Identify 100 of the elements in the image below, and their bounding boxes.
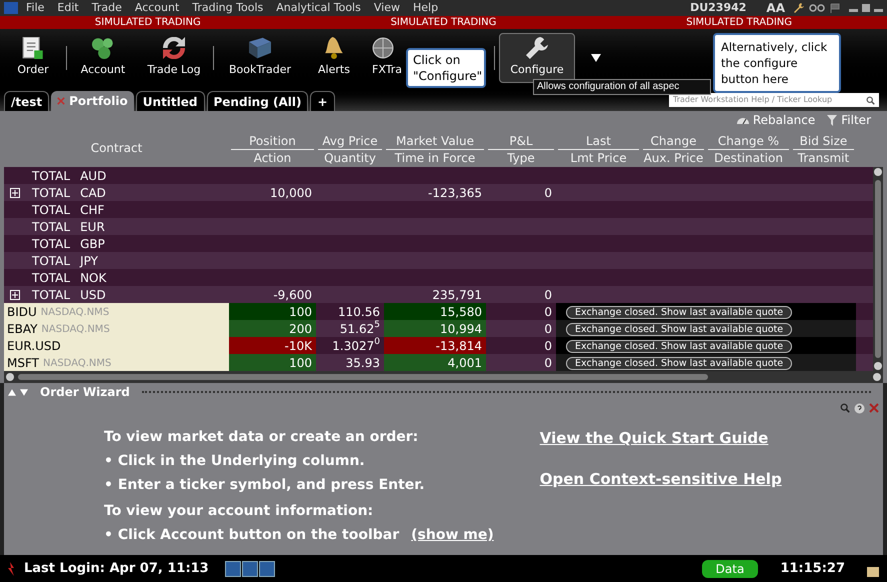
column-subheader[interactable]: Lmt Price	[570, 150, 627, 166]
total-label: TOTAL	[32, 287, 70, 304]
column-subheader[interactable]: Transmit	[798, 150, 850, 166]
column-header[interactable]: Avg Price	[318, 133, 382, 150]
instruction-text: • Enter a ticker symbol, and press Enter.	[104, 477, 425, 493]
search-field[interactable]: Trader Workstation Help / Ticker Lookup	[669, 93, 879, 107]
currency-label: CHF	[80, 202, 104, 219]
column-header[interactable]: Last	[558, 133, 639, 150]
menu-item[interactable]: View	[374, 0, 400, 16]
menu-item[interactable]: Account	[134, 0, 180, 16]
plug-icon	[8, 562, 16, 576]
table-cell-text: 35.93	[344, 355, 381, 372]
instruction-text: • Click Account button on the toolbar (show me)	[104, 527, 494, 543]
tab[interactable]: /test	[4, 91, 50, 111]
market-value-cell: 15,580	[384, 303, 486, 321]
position-cell: 200	[229, 320, 316, 338]
column-subheader[interactable]: Quantity	[324, 150, 376, 166]
flag-icon[interactable]	[829, 3, 841, 13]
column-header[interactable]: Change	[643, 133, 704, 150]
wrench-icon[interactable]	[793, 2, 805, 14]
collapse-up-icon[interactable]	[8, 388, 16, 396]
table-cell: -123,365	[428, 186, 482, 200]
quote-button[interactable]: Exchange closed. Show last available quote	[566, 322, 792, 336]
help-link[interactable]: View the Quick Start Guide	[540, 427, 782, 450]
horizontal-scrollbar[interactable]	[4, 371, 883, 383]
coins-icon	[92, 37, 114, 60]
expand-icon[interactable]	[10, 290, 20, 300]
contract-cell[interactable]: EUR.USD	[4, 337, 229, 355]
rebalance-button[interactable]: Rebalance	[736, 111, 816, 129]
quote-button[interactable]: Exchange closed. Show last available quote	[566, 340, 792, 352]
gauge-icon	[736, 116, 749, 124]
column-header[interactable]: P&L	[488, 133, 554, 150]
contract-cell[interactable]: BIDU NASDAQ.NMS	[4, 303, 229, 321]
search-icon[interactable]	[866, 96, 875, 104]
show-me-link[interactable]: (show me)	[411, 527, 494, 543]
filter-button[interactable]: Filter	[827, 111, 871, 129]
column-header[interactable]: Change %	[708, 133, 789, 150]
total-label: TOTAL	[32, 253, 70, 270]
tab[interactable]: +	[310, 91, 335, 111]
refresh-arrows-icon	[163, 37, 185, 60]
toolbar-button[interactable]: BookTrader	[218, 33, 302, 83]
tab[interactable]: Pending (All)	[206, 91, 308, 111]
globe-icon	[372, 37, 394, 60]
instruction-text: • Click in the Underlying column.	[104, 453, 365, 469]
currency-label: NOK	[80, 270, 106, 287]
column-subheader[interactable]: Destination	[714, 150, 783, 166]
contract-cell[interactable]: EBAY NASDAQ.NMS	[4, 320, 229, 338]
menu-item[interactable]: Trading Tools	[192, 0, 264, 16]
dropdown-caret-icon[interactable]	[591, 54, 601, 62]
callout-tooltip: Click on "Configure"	[406, 48, 486, 88]
market-value-cell: -13,814	[384, 337, 486, 355]
contract-cell[interactable]: MSFT NASDAQ.NMS	[4, 354, 229, 372]
quote-button[interactable]: Exchange closed. Show last available quote	[566, 356, 792, 370]
tab[interactable]: Untitled	[136, 91, 204, 111]
collapse-down-icon[interactable]	[20, 388, 28, 396]
currency-label: JPY	[80, 253, 98, 270]
toolbar-button[interactable]: Account	[71, 33, 135, 83]
column-header[interactable]: Position	[231, 133, 314, 150]
menu-item[interactable]: Edit	[57, 0, 79, 16]
tile-window-icon[interactable]	[258, 560, 275, 576]
search-icon[interactable]	[840, 403, 850, 413]
toolbar-button[interactable]: Trade Log	[139, 33, 209, 83]
column-header[interactable]: Market Value	[386, 133, 484, 150]
padlock-icon[interactable]	[867, 566, 879, 576]
column-subheader[interactable]: Action	[254, 150, 292, 166]
table-cell: 0	[544, 186, 552, 200]
total-label: TOTAL	[32, 185, 70, 202]
exchange-text: NASDAQ.NMS	[41, 322, 110, 336]
menu-item[interactable]: Trade	[92, 0, 122, 16]
table-cell-text: 1.3027$^{0}$	[331, 337, 381, 355]
table-cell: 10,000	[270, 186, 312, 200]
exchange-text: NASDAQ.NMS	[40, 306, 110, 320]
menu-item[interactable]: Analytical Tools	[276, 0, 361, 16]
column-header[interactable]: Contract	[90, 139, 142, 157]
toolbar-button[interactable]: Configure	[499, 33, 575, 83]
toolbar-button[interactable]: Alerts	[306, 33, 362, 83]
font-size-button[interactable]: AA	[766, 0, 785, 17]
app-logo-icon	[4, 2, 18, 14]
vertical-scrollbar[interactable]	[873, 167, 883, 371]
tab[interactable]: Portfolio	[51, 91, 134, 111]
minimize-window-icon[interactable]	[224, 560, 241, 576]
column-subheader[interactable]: Aux. Price	[644, 150, 704, 166]
total-label: TOTAL	[32, 202, 70, 219]
menu-item[interactable]: Help	[412, 0, 438, 16]
column-subheader[interactable]: Type	[507, 150, 535, 166]
link-icon[interactable]	[809, 3, 825, 13]
account-id: DU23942	[690, 0, 746, 16]
exchange-text: NASDAQ.NMS	[43, 356, 112, 370]
column-subheader[interactable]: Time in Force	[394, 150, 476, 166]
help-icon[interactable]	[854, 402, 865, 414]
quote-button[interactable]: Exchange closed. Show last available quote	[566, 306, 792, 318]
expand-icon[interactable]	[10, 188, 20, 198]
menu-item[interactable]: File	[26, 0, 44, 16]
expand-window-icon[interactable]	[242, 560, 258, 576]
total-label: TOTAL	[32, 270, 70, 287]
symbol-text: MSFT	[7, 355, 39, 372]
help-link[interactable]: Open Context-sensitive Help	[540, 468, 782, 490]
column-header[interactable]: Bid Size	[793, 133, 854, 150]
currency-label: EUR	[80, 219, 105, 236]
toolbar-button[interactable]: Order	[4, 33, 62, 83]
